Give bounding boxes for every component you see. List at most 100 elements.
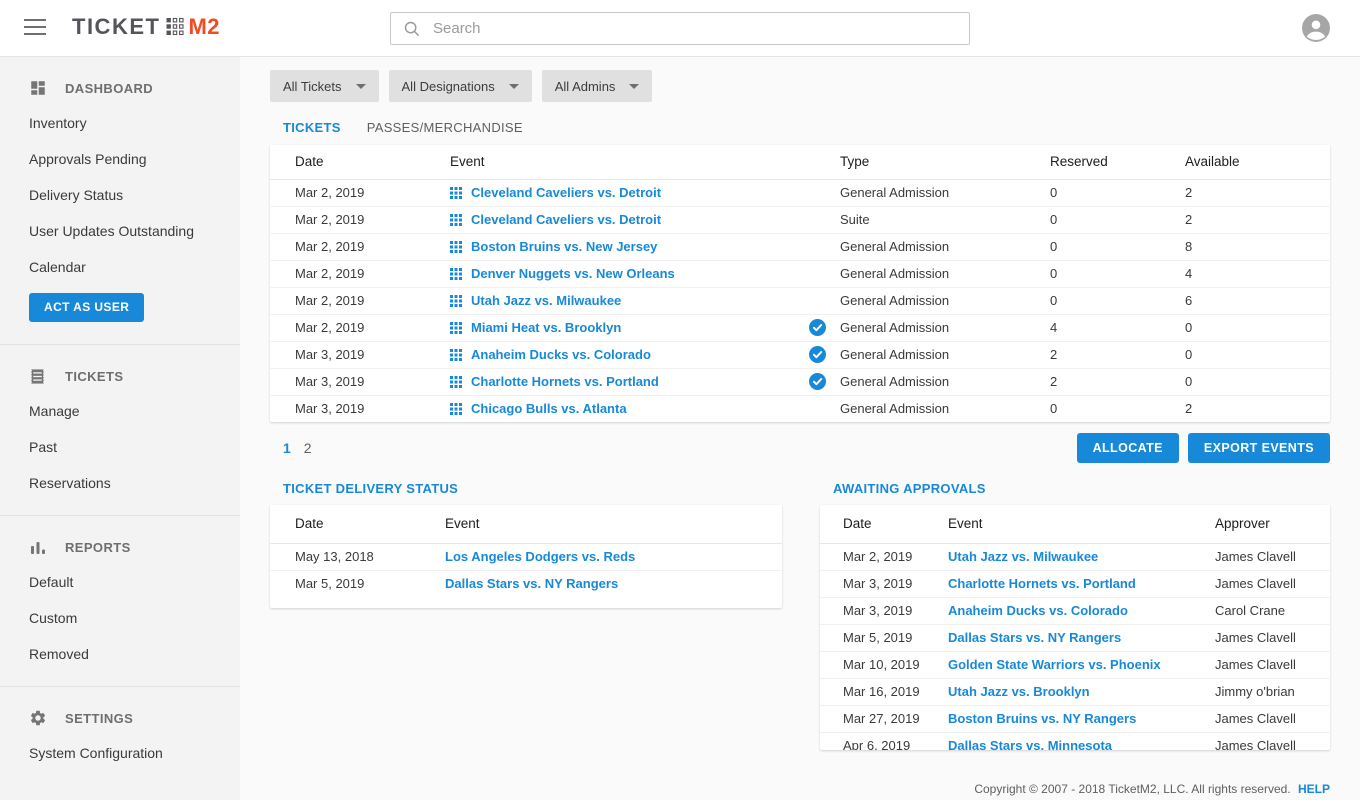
delivery-status-card: Date Event May 13, 2018 Los Angeles Dodg… [270, 505, 782, 608]
allocate-button[interactable]: ALLOCATE [1077, 433, 1179, 463]
filter-all-admins[interactable]: All Admins [542, 70, 653, 102]
event-link[interactable]: Charlotte Hornets vs. Portland [471, 374, 659, 389]
event-date: Apr 6, 2019 [820, 732, 948, 750]
sidebar-header-label: TICKETS [65, 369, 123, 384]
sidebar-item-calendar[interactable]: Calendar [0, 249, 240, 285]
filter-label: All Admins [555, 79, 616, 94]
col-header-approver: Approver [1215, 505, 1330, 543]
event-link[interactable]: Denver Nuggets vs. New Orleans [471, 266, 675, 281]
table-row: Mar 3, 2019 Chicago Bulls vs. Atlanta Ge… [270, 395, 1330, 422]
event-reserved: 0 [1050, 206, 1185, 233]
filter-all-designations[interactable]: All Designations [389, 70, 532, 102]
sidebar-item-system-configuration[interactable]: System Configuration [0, 735, 240, 771]
event-date: Mar 2, 2019 [270, 179, 450, 206]
event-link[interactable]: Los Angeles Dodgers vs. Reds [445, 549, 635, 564]
act-as-user-button[interactable]: ACT AS USER [29, 293, 144, 322]
search-input[interactable] [433, 20, 969, 37]
filter-bar: All Tickets All Designations All Admins [270, 70, 1330, 102]
sidebar-header-tickets[interactable]: TICKETS [0, 351, 240, 393]
event-available: 6 [1185, 287, 1330, 314]
export-events-button[interactable]: EXPORT EVENTS [1188, 433, 1330, 463]
event-link[interactable]: Cleveland Caveliers vs. Detroit [471, 212, 661, 227]
event-available: 2 [1185, 179, 1330, 206]
table-header-row: Date Event [270, 505, 782, 543]
approver-name: Jimmy o'brian [1215, 678, 1330, 705]
event-available: 0 [1185, 341, 1330, 368]
event-link[interactable]: Dallas Stars vs. NY Rangers [445, 576, 618, 591]
seat-grid-icon [450, 241, 462, 253]
sidebar-item-user-updates-outstanding[interactable]: User Updates Outstanding [0, 213, 240, 249]
event-link[interactable]: Golden State Warriors vs. Phoenix [948, 657, 1161, 672]
filter-all-tickets[interactable]: All Tickets [270, 70, 379, 102]
event-link[interactable]: Anaheim Ducks vs. Colorado [948, 603, 1128, 618]
approver-name: James Clavell [1215, 705, 1330, 732]
dashboard-icon [29, 79, 47, 97]
event-link[interactable]: Dallas Stars vs. Minnesota [948, 738, 1112, 750]
menu-icon[interactable] [24, 19, 46, 37]
sidebar-item-approvals-pending[interactable]: Approvals Pending [0, 141, 240, 177]
sidebar-item-past[interactable]: Past [0, 429, 240, 465]
table-row: Mar 5, 2019 Dallas Stars vs. NY Rangers … [820, 624, 1330, 651]
sidebar-header-settings[interactable]: SETTINGS [0, 693, 240, 735]
event-date: Mar 2, 2019 [270, 260, 450, 287]
approved-check-icon [809, 346, 826, 363]
event-date: Mar 3, 2019 [820, 597, 948, 624]
seat-grid-icon [450, 187, 462, 199]
event-date: Mar 2, 2019 [820, 543, 948, 570]
event-type: General Admission [840, 233, 1050, 260]
approved-check-icon [809, 319, 826, 336]
event-type: General Admission [840, 179, 1050, 206]
event-type: General Admission [840, 395, 1050, 422]
filter-label: All Designations [402, 79, 495, 94]
sidebar-item-removed[interactable]: Removed [0, 636, 240, 672]
event-link[interactable]: Chicago Bulls vs. Atlanta [471, 401, 627, 416]
page-1[interactable]: 1 [283, 440, 291, 456]
table-row: Mar 2, 2019 Utah Jazz vs. Milwaukee Gene… [270, 287, 1330, 314]
page-2[interactable]: 2 [304, 440, 312, 456]
sidebar-item-manage[interactable]: Manage [0, 393, 240, 429]
table-row: Mar 2, 2019 Utah Jazz vs. Milwaukee Jame… [820, 543, 1330, 570]
sidebar-item-custom[interactable]: Custom [0, 600, 240, 636]
col-header-reserved: Reserved [1050, 145, 1185, 179]
chevron-down-icon [356, 84, 366, 89]
tab-passes-merchandise[interactable]: PASSES/MERCHANDISE [367, 120, 523, 135]
event-link[interactable]: Cleveland Caveliers vs. Detroit [471, 185, 661, 200]
event-reserved: 0 [1050, 179, 1185, 206]
sidebar-header-label: SETTINGS [65, 711, 133, 726]
sidebar-header-dashboard[interactable]: DASHBOARD [0, 63, 240, 105]
sidebar-header-label: DASHBOARD [65, 81, 153, 96]
seat-grid-icon [450, 322, 462, 334]
col-header-event: Event [948, 505, 1215, 543]
seat-grid-icon [450, 403, 462, 415]
tab-tickets[interactable]: TICKETS [283, 120, 341, 135]
event-reserved: 0 [1050, 260, 1185, 287]
user-avatar[interactable] [1302, 14, 1330, 42]
filter-label: All Tickets [283, 79, 342, 94]
chevron-down-icon [629, 84, 639, 89]
sidebar-item-default[interactable]: Default [0, 564, 240, 600]
sidebar-item-inventory[interactable]: Inventory [0, 105, 240, 141]
event-link[interactable]: Boston Bruins vs. New Jersey [471, 239, 657, 254]
top-bar: TICKET M2 [0, 0, 1360, 57]
event-link[interactable]: Charlotte Hornets vs. Portland [948, 576, 1136, 591]
event-date: Mar 5, 2019 [820, 624, 948, 651]
sidebar-header-reports[interactable]: REPORTS [0, 522, 240, 564]
event-type: Suite [840, 206, 1050, 233]
event-link[interactable]: Utah Jazz vs. Brooklyn [948, 684, 1090, 699]
event-link[interactable]: Anaheim Ducks vs. Colorado [471, 347, 651, 362]
seat-grid-icon [450, 268, 462, 280]
table-row: Mar 27, 2019 Boston Bruins vs. NY Ranger… [820, 705, 1330, 732]
event-link[interactable]: Miami Heat vs. Brooklyn [471, 320, 621, 335]
event-reserved: 0 [1050, 287, 1185, 314]
event-link[interactable]: Utah Jazz vs. Milwaukee [948, 549, 1098, 564]
sidebar-item-reservations[interactable]: Reservations [0, 465, 240, 501]
event-available: 0 [1185, 314, 1330, 341]
help-link[interactable]: HELP [1298, 782, 1330, 796]
sidebar-item-delivery-status[interactable]: Delivery Status [0, 177, 240, 213]
search-bar[interactable] [390, 12, 970, 45]
event-link[interactable]: Utah Jazz vs. Milwaukee [471, 293, 621, 308]
event-link[interactable]: Dallas Stars vs. NY Rangers [948, 630, 1121, 645]
sidebar-section-tickets: TICKETS Manage Past Reservations [0, 345, 240, 516]
event-link[interactable]: Boston Bruins vs. NY Rangers [948, 711, 1136, 726]
table-row: Apr 6, 2019 Dallas Stars vs. Minnesota J… [820, 732, 1330, 750]
